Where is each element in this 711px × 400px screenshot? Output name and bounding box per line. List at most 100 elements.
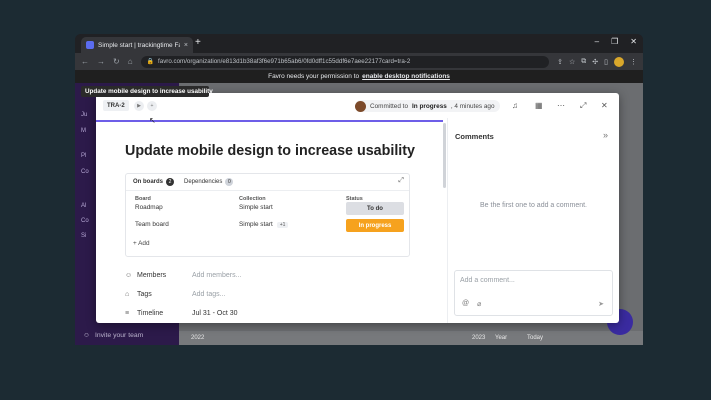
sidebar-icon[interactable]: ▯ [604, 58, 608, 66]
members-input[interactable]: Add members... [192, 272, 241, 279]
invite-team-button[interactable]: ☺ Invite your team [83, 332, 143, 339]
status-badge[interactable]: In progress [346, 219, 404, 232]
add-board-button[interactable]: + Add [133, 240, 150, 247]
collapse-comments-icon[interactable]: » [603, 130, 608, 140]
bell-icon[interactable]: ♫ [512, 101, 518, 110]
enable-notifications-link[interactable]: enable desktop notifications [362, 73, 450, 80]
commit-status[interactable]: Committed to In progress, 4 minutes ago [355, 100, 500, 112]
comment-input[interactable]: Add a comment... [460, 277, 515, 284]
more-collections-badge[interactable]: +1 [276, 222, 289, 228]
card-title[interactable]: Update mobile design to increase usabili… [125, 143, 415, 159]
sidebar-fragment[interactable]: M [81, 128, 86, 134]
tags-input[interactable]: Add tags... [192, 291, 225, 298]
profile-avatar[interactable] [614, 56, 624, 67]
maximize-icon[interactable]: ❐ [611, 37, 618, 46]
sidebar-fragment[interactable]: Al [81, 203, 86, 209]
new-tab-button[interactable]: + [195, 37, 201, 48]
members-field: ☺ Members Add members... [125, 272, 241, 279]
card-id-badge[interactable]: TRA-2 [103, 100, 129, 111]
minimize-icon[interactable]: – [595, 37, 599, 46]
url-text: favro.com/organization/e813d1b38af3f6e97… [158, 58, 411, 65]
invite-label: Invite your team [94, 332, 144, 339]
status-badge[interactable]: To do [346, 202, 404, 215]
mouse-cursor-icon: ↖ [149, 116, 156, 125]
browser-toolbar: ← → ↻ ⌂ 🔒 favro.com/organization/e813d1b… [75, 53, 643, 70]
divider [126, 190, 409, 191]
home-icon[interactable]: ⌂ [128, 57, 133, 66]
year-select[interactable]: Year [495, 335, 507, 341]
play-icon[interactable]: ▶ [134, 101, 144, 111]
reload-icon[interactable]: ↻ [113, 57, 120, 66]
sidebar-fragment[interactable]: Pl [81, 153, 86, 159]
sidebar-fragment[interactable]: Si [81, 233, 86, 239]
star-icon[interactable]: ☆ [569, 58, 575, 66]
boards-tabs: On boards 2 Dependencies 0 [133, 178, 234, 186]
timeline-field: ≡ Timeline Jul 31 - Oct 30 [125, 310, 238, 317]
count-badge: 0 [225, 178, 234, 186]
add-icon[interactable]: + [147, 101, 157, 111]
sidebar-fragment[interactable]: Ju [81, 112, 87, 118]
browser-tab[interactable]: Simple start | trackingtime Favro × [81, 37, 193, 53]
back-icon[interactable]: ← [81, 57, 89, 66]
count-badge: 2 [166, 178, 175, 186]
year-label-right: 2023 [472, 335, 486, 341]
tab-title: Simple start | trackingtime Favro [98, 41, 180, 49]
tags-field: ⌂ Tags Add tags... [125, 291, 225, 298]
expand-boards-icon[interactable]: ⤢ [398, 177, 404, 185]
more-icon[interactable]: ⋯ [557, 101, 565, 110]
tab-close-icon[interactable]: × [184, 42, 188, 49]
user-plus-icon: ☺ [83, 332, 90, 339]
avatar [355, 100, 366, 112]
mention-icon[interactable]: @ [462, 300, 469, 308]
menu-icon[interactable]: ⋮ [630, 58, 637, 66]
notification-text: Favro needs your permission to [268, 73, 360, 80]
window-controls: – ❐ ✕ [595, 37, 637, 46]
favro-favicon-icon [86, 41, 94, 49]
tab-strip: Simple start | trackingtime Favro × + – … [75, 34, 643, 53]
comments-header: Comments [455, 132, 494, 141]
timeline-bottom-bar: 2022 2023 Year Today [179, 331, 643, 345]
card-detail-modal: TRA-2 ▶ + Committed to In progress, 4 mi… [96, 93, 619, 323]
collection-name[interactable]: Simple start +1 [239, 221, 289, 228]
comment-box[interactable]: Add a comment... @ ⌀ ➤ [454, 270, 613, 316]
sidebar-fragment[interactable]: Co [81, 218, 89, 224]
notification-banner: Favro needs your permission to enable de… [75, 70, 643, 83]
lock-icon: 🔒 [146, 59, 155, 65]
extensions-area: ⇪ ☆ ⧉ ✣ ▯ ⋮ [557, 56, 637, 67]
address-bar[interactable]: 🔒 favro.com/organization/e813d1b38af3f6e… [140, 55, 550, 68]
column-header: Collection [239, 196, 266, 202]
members-icon: ☺ [125, 272, 133, 279]
timeline-icon: ≡ [125, 310, 130, 317]
attachment-icon[interactable]: ⌀ [477, 300, 481, 308]
scrollbar[interactable] [443, 123, 446, 188]
timeline-value[interactable]: Jul 31 - Oct 30 [192, 310, 238, 317]
panel-divider [447, 118, 448, 323]
board-name[interactable]: Team board [135, 221, 169, 228]
comments-empty-text: Be the first one to add a comment. [480, 202, 588, 209]
forward-icon[interactable]: → [97, 57, 105, 66]
year-label-left: 2022 [191, 335, 205, 341]
field-label: Timeline [137, 310, 164, 317]
tab-label: On boards [133, 179, 164, 185]
board-name[interactable]: Roadmap [135, 204, 163, 211]
comment-controls: @ ⌀ [462, 300, 481, 308]
tab-on-boards[interactable]: On boards 2 [133, 178, 175, 186]
commit-status-name: In progress [412, 102, 447, 110]
expand-icon[interactable]: ⤢ [580, 101, 586, 111]
sidebar-fragment[interactable]: Co [81, 169, 89, 175]
extension-icon[interactable]: ⧉ [581, 58, 586, 66]
field-label: Tags [137, 291, 152, 298]
today-button[interactable]: Today [527, 335, 543, 341]
tab-dependencies[interactable]: Dependencies 0 [184, 178, 234, 186]
puzzle-icon[interactable]: ✣ [592, 58, 598, 66]
calendar-icon[interactable]: ▦ [535, 101, 543, 110]
close-icon[interactable]: ✕ [601, 101, 608, 110]
collection-name[interactable]: Simple start [239, 204, 273, 211]
collection-label: Simple start [239, 221, 273, 228]
commit-text: Committed to [370, 102, 409, 110]
send-icon[interactable]: ➤ [598, 300, 604, 308]
tab-label: Dependencies [184, 179, 223, 185]
share-icon[interactable]: ⇪ [557, 58, 563, 66]
commit-time: , 4 minutes ago [450, 102, 495, 110]
close-window-icon[interactable]: ✕ [630, 37, 637, 46]
